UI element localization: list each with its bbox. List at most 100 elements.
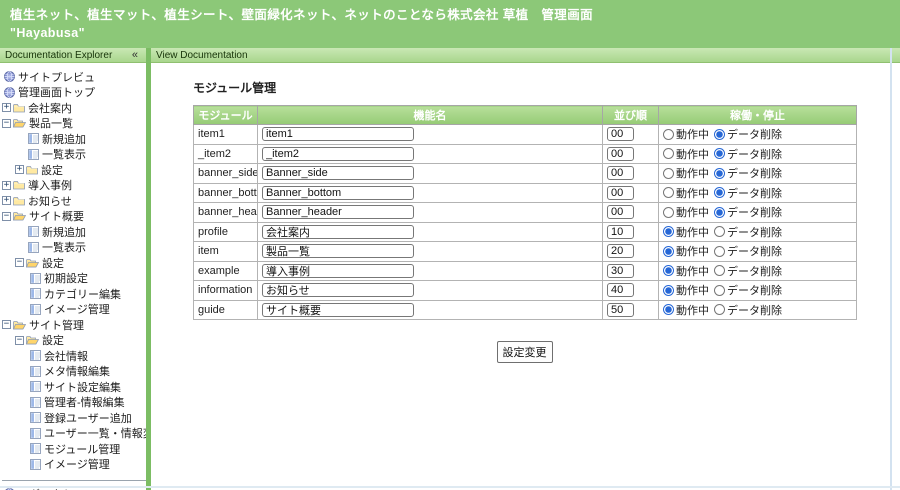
function-name-input[interactable] — [262, 186, 414, 200]
status-radio-delete[interactable] — [714, 304, 725, 315]
status-radio-active[interactable] — [663, 129, 674, 140]
sidebar-item[interactable]: 管理者-情報編集 — [2, 395, 146, 411]
status-radio-active[interactable] — [663, 168, 674, 179]
sort-order-input[interactable] — [607, 205, 634, 219]
sidebar-item[interactable]: +お知らせ — [2, 193, 146, 209]
sidebar-item[interactable]: 登録ユーザー追加 — [2, 410, 146, 426]
sidebar-item[interactable]: +導入事例 — [2, 178, 146, 194]
function-name-input[interactable] — [262, 264, 414, 278]
function-name-input[interactable] — [262, 303, 414, 317]
sidebar-item[interactable]: モジュール管理 — [2, 441, 146, 457]
status-option-label[interactable]: 動作中 — [663, 185, 709, 201]
submit-button[interactable]: 設定変更 — [497, 341, 553, 363]
function-name-input[interactable] — [262, 225, 414, 239]
function-name-input[interactable] — [262, 244, 414, 258]
sort-order-input[interactable] — [607, 186, 634, 200]
status-option-label[interactable]: 動作中 — [663, 302, 709, 318]
sidebar-item[interactable]: 新規追加 — [2, 131, 146, 147]
sidebar-item[interactable]: サイトプレビュ — [2, 69, 146, 85]
sidebar-item[interactable]: +会社案内 — [2, 100, 146, 116]
status-radio-active[interactable] — [663, 246, 674, 257]
status-option-label[interactable]: 動作中 — [663, 263, 709, 279]
status-radio-delete[interactable] — [714, 226, 725, 237]
status-radio-delete[interactable] — [714, 129, 725, 140]
tree-toggle-minus-icon[interactable]: − — [2, 119, 11, 128]
sidebar-item[interactable]: −製品一覧 — [2, 116, 146, 132]
status-radio-active[interactable] — [663, 304, 674, 315]
status-radio-delete[interactable] — [714, 246, 725, 257]
sort-order-input[interactable] — [607, 147, 634, 161]
status-option-label[interactable]: 動作中 — [663, 126, 709, 142]
status-option-label[interactable]: 動作中 — [663, 165, 709, 181]
status-radio-delete[interactable] — [714, 207, 725, 218]
sort-order-input[interactable] — [607, 303, 634, 317]
function-name-input[interactable] — [262, 127, 414, 141]
status-option-label[interactable]: データ削除 — [714, 204, 782, 220]
tree-toggle-minus-icon[interactable]: − — [2, 320, 11, 329]
table-row: item1動作中データ削除 — [194, 125, 857, 145]
sidebar-item[interactable]: メタ情報編集 — [2, 364, 146, 380]
sidebar-item[interactable]: 新規追加 — [2, 224, 146, 240]
tree-toggle-plus-icon[interactable]: + — [2, 103, 11, 112]
sidebar-item[interactable]: −設定 — [2, 333, 146, 349]
status-radio-delete[interactable] — [714, 168, 725, 179]
status-option-label[interactable]: データ削除 — [714, 302, 782, 318]
sidebar-item[interactable]: ユーザー一覧・情報変更・削除 — [2, 426, 146, 442]
status-option-label[interactable]: データ削除 — [714, 185, 782, 201]
sidebar-item[interactable]: −サイト管理 — [2, 317, 146, 333]
tree-toggle-plus-icon[interactable]: + — [2, 196, 11, 205]
status-option-label[interactable]: データ削除 — [714, 165, 782, 181]
status-cell: 動作中データ削除 — [659, 242, 857, 262]
status-radio-active[interactable] — [663, 226, 674, 237]
sort-order-input[interactable] — [607, 264, 634, 278]
status-option-label[interactable]: データ削除 — [714, 263, 782, 279]
sidebar-item[interactable]: 一覧表示 — [2, 147, 146, 163]
sort-order-input[interactable] — [607, 166, 634, 180]
status-option-label[interactable]: 動作中 — [663, 282, 709, 298]
sort-order-input[interactable] — [607, 127, 634, 141]
sidebar-item[interactable]: 初期設定 — [2, 271, 146, 287]
status-option-label[interactable]: データ削除 — [714, 282, 782, 298]
status-radio-active[interactable] — [663, 285, 674, 296]
collapse-sidebar-icon[interactable]: « — [132, 50, 138, 61]
function-name-input[interactable] — [262, 166, 414, 180]
status-option-label[interactable]: データ削除 — [714, 126, 782, 142]
status-option-label[interactable]: データ削除 — [714, 146, 782, 162]
sidebar-item[interactable]: イメージ管理 — [2, 457, 146, 473]
function-name-input[interactable] — [262, 147, 414, 161]
sidebar-item[interactable]: +設定 — [2, 162, 146, 178]
status-option-label[interactable]: データ削除 — [714, 243, 782, 259]
tree-toggle-plus-icon[interactable]: + — [15, 165, 24, 174]
sidebar-item[interactable]: 会社情報 — [2, 348, 146, 364]
status-option-label[interactable]: データ削除 — [714, 224, 782, 240]
status-radio-active[interactable] — [663, 187, 674, 198]
sidebar-item[interactable]: −サイト概要 — [2, 209, 146, 225]
status-radio-delete[interactable] — [714, 148, 725, 159]
tree-toggle-plus-icon[interactable]: + — [2, 181, 11, 190]
sort-order-cell — [603, 281, 659, 301]
status-radio-delete[interactable] — [714, 265, 725, 276]
sidebar-item[interactable]: 管理画面トップ — [2, 85, 146, 101]
tree-toggle-minus-icon[interactable]: − — [2, 212, 11, 221]
sort-order-input[interactable] — [607, 225, 634, 239]
status-option-label[interactable]: 動作中 — [663, 243, 709, 259]
function-name-input[interactable] — [262, 205, 414, 219]
sidebar-item[interactable]: カテゴリー編集 — [2, 286, 146, 302]
sort-order-input[interactable] — [607, 283, 634, 297]
status-option-label[interactable]: 動作中 — [663, 204, 709, 220]
status-radio-delete[interactable] — [714, 285, 725, 296]
sidebar-item[interactable]: イメージ管理 — [2, 302, 146, 318]
status-radio-active[interactable] — [663, 265, 674, 276]
status-option-label[interactable]: 動作中 — [663, 146, 709, 162]
sort-order-input[interactable] — [607, 244, 634, 258]
status-option-label[interactable]: 動作中 — [663, 224, 709, 240]
status-radio-delete[interactable] — [714, 187, 725, 198]
status-radio-active[interactable] — [663, 207, 674, 218]
sidebar-item[interactable]: 一覧表示 — [2, 240, 146, 256]
tree-toggle-minus-icon[interactable]: − — [15, 258, 24, 267]
sidebar-item[interactable]: −設定 — [2, 255, 146, 271]
status-radio-active[interactable] — [663, 148, 674, 159]
function-name-input[interactable] — [262, 283, 414, 297]
sidebar-item[interactable]: サイト設定編集 — [2, 379, 146, 395]
tree-toggle-minus-icon[interactable]: − — [15, 336, 24, 345]
